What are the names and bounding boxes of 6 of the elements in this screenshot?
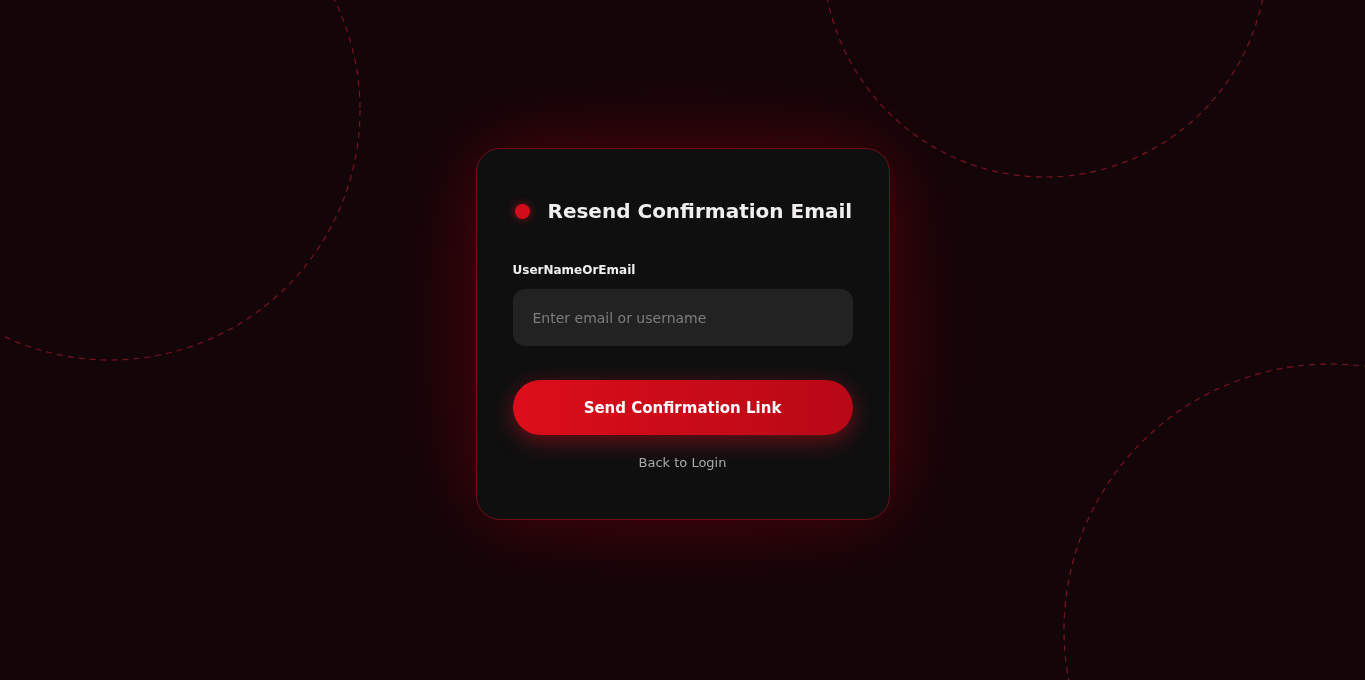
input-field[interactable]: Enter email or username [512,289,853,346]
back-link[interactable]: Back to Login [638,455,727,470]
card-title: Resend Confirmation Email [547,199,853,223]
status-dot-icon [514,203,530,219]
field-label: UserNameOrEmail [512,263,637,277]
send-button[interactable]: Send Confirmation Link [512,380,853,435]
